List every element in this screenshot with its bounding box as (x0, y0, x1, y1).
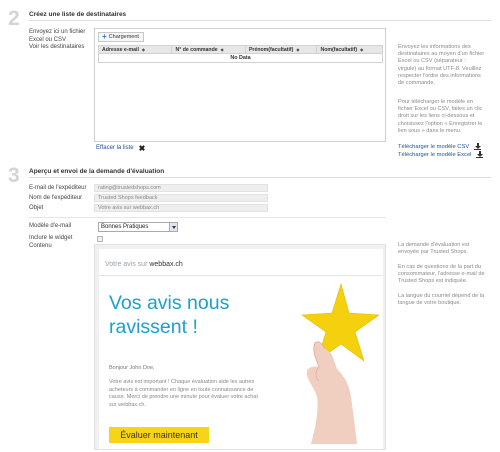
plus-icon: + (102, 32, 107, 41)
widget-checkbox[interactable] (97, 236, 103, 242)
hand-holding-star-illustration (301, 282, 380, 444)
template-select-value: Bonnes Pratiques (101, 224, 149, 230)
sender-email-field: rating@trustedshops.com (94, 184, 268, 192)
sender-name-label: Nom de l'expéditeur (29, 195, 83, 201)
recipients-panel: + Chargement Adresse e-mail ◆ N° de comma… (94, 28, 386, 142)
close-icon: ✖ (138, 144, 146, 153)
download-excel-link[interactable]: Télécharger le modèle Excel (398, 151, 484, 158)
subject-field: Votre avis sur webbax.ch (94, 204, 268, 212)
email-header-prefix: Votre avis sur (105, 261, 150, 268)
email-card: Votre avis sur webbax.ch Vos avis nous r… (99, 249, 383, 449)
clear-list-label: Effacer la liste (96, 145, 134, 151)
download-icon (474, 143, 482, 150)
column-email-label: Adresse e-mail (102, 46, 139, 53)
upload-button[interactable]: + Chargement (98, 32, 144, 42)
clear-list-link[interactable]: Effacer la liste ✖ (96, 145, 145, 153)
column-first-name-label: Prénom(facultatif) (248, 46, 294, 53)
download-icon (476, 151, 484, 158)
step-title-preview: Aperçu et envoi de la demande d'évaluati… (29, 168, 165, 175)
sort-icon: ◆ (360, 47, 364, 52)
sort-icon: ◆ (296, 47, 300, 52)
section-divider (29, 177, 491, 178)
content-label: Contenu (29, 243, 52, 249)
column-last-name-label: Nom(facultatif) (320, 46, 358, 53)
sort-icon: ◆ (220, 47, 224, 52)
download-csv-link[interactable]: Télécharger le modèle CSV (398, 143, 482, 150)
chevron-down-icon (169, 223, 177, 231)
sort-icon: ◆ (141, 47, 145, 52)
step-number-3: 3 (8, 164, 20, 187)
sender-email-label: E-mail de l'expéditeur (29, 185, 87, 191)
column-order-number[interactable]: N° de commande ◆ (172, 46, 246, 53)
help-template: Pour télécharger le modèle en fichier Ex… (398, 99, 483, 134)
template-select[interactable]: Bonnes Pratiques (98, 222, 178, 232)
email-body-text: Votre avis est important ! Chaque évalua… (109, 379, 258, 408)
email-divider (99, 275, 383, 276)
download-csv-label: Télécharger le modèle CSV (398, 143, 470, 150)
upload-button-label: Chargement (108, 34, 139, 40)
section-divider (29, 217, 386, 218)
help-language: La langue du courriel dépend de la langu… (398, 293, 485, 307)
email-greeting: Bonjour John Doe, (109, 365, 155, 371)
column-order-label: N° de commande (175, 46, 218, 53)
recipients-table-header: Adresse e-mail ◆ N° de commande ◆ Prénom(f… (98, 45, 383, 54)
table-empty-row: No Data (98, 54, 383, 63)
column-email[interactable]: Adresse e-mail ◆ (99, 46, 173, 53)
upload-label: Envoyez ici un fichier Excel ou CSV Voir… (29, 29, 86, 50)
email-preview: Votre avis sur webbax.ch Vos avis nous r… (94, 244, 386, 450)
help-questions: En cas de questions de la part du consom… (398, 264, 485, 285)
step-number-2: 2 (8, 7, 20, 30)
subject-label: Objet (29, 205, 44, 211)
email-header: Votre avis sur webbax.ch (105, 261, 183, 268)
hand-shape (306, 341, 357, 444)
widget-label: Inclure le widget (29, 235, 73, 241)
email-header-domain: webbax.ch (149, 261, 183, 268)
sender-name-field: Trusted Shops feedback (94, 194, 268, 202)
step-title-recipients: Créez une liste de destinataires (29, 11, 127, 18)
help-sent-by: La demande d'évaluation est envoyée par … (398, 242, 470, 256)
template-label: Modèle d'e-mail (29, 223, 72, 229)
email-hero-title: Vos avis nous ravissent ! (109, 292, 230, 338)
column-last-name[interactable]: Nom(facultatif) ◆ (317, 46, 382, 53)
column-first-name[interactable]: Prénom(facultatif) ◆ (246, 46, 318, 53)
help-upload: Envoyez les informations des destinatair… (398, 44, 485, 87)
section-divider (29, 20, 491, 21)
download-excel-label: Télécharger le modèle Excel (398, 151, 472, 158)
rate-now-button[interactable]: Évaluer maintenant (109, 427, 209, 443)
